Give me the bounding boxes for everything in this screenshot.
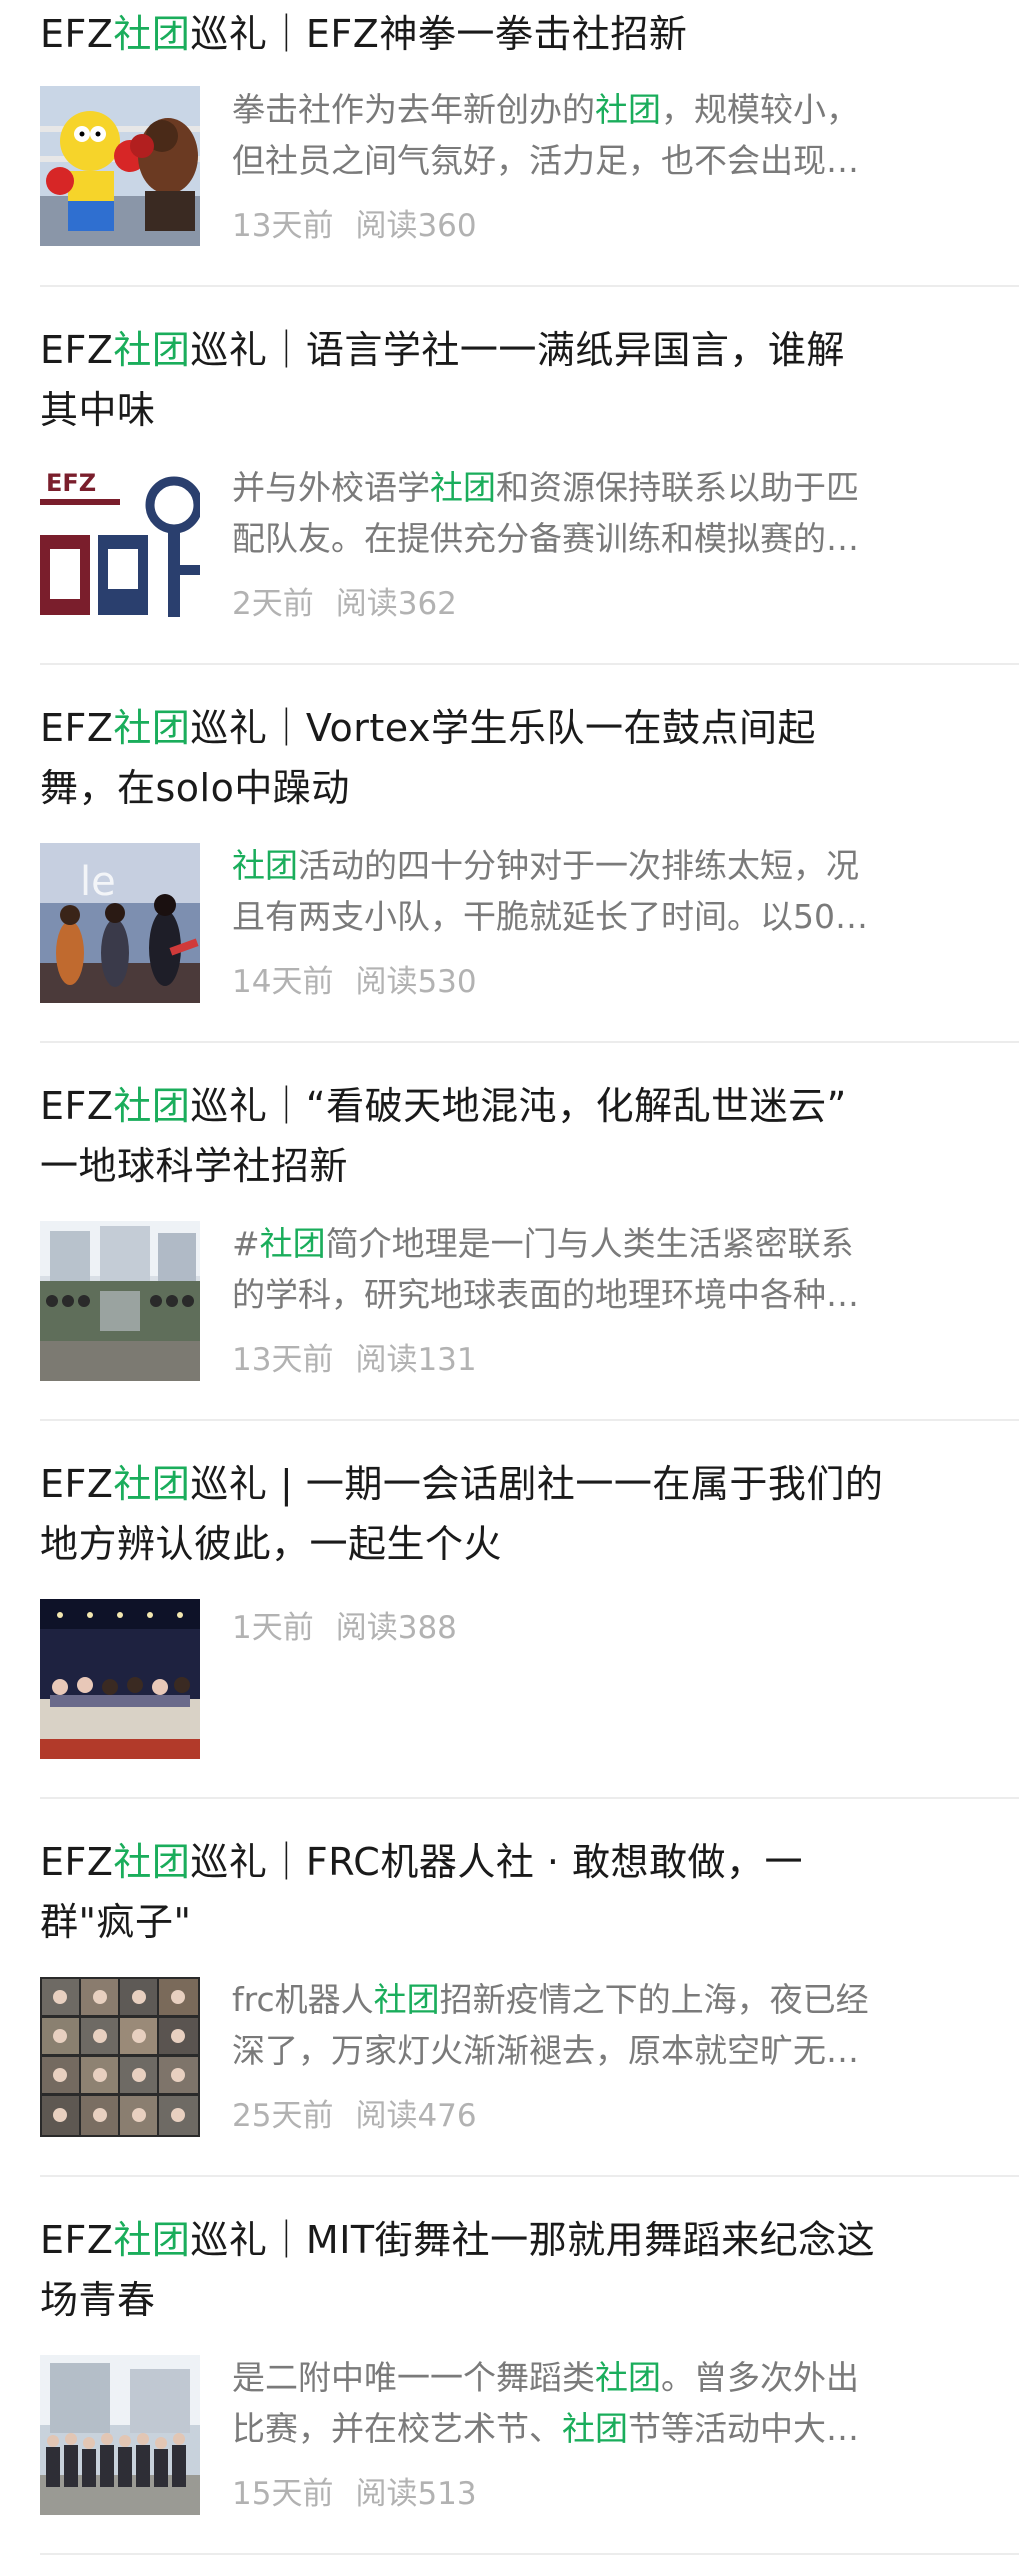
article-meta: 13天前 阅读360 — [232, 206, 477, 246]
school-group-photo-image — [40, 1221, 200, 1381]
video-call-grid-image — [40, 1977, 200, 2137]
article-meta: 1天前 阅读388 — [232, 1608, 457, 1648]
read-count: 阅读476 — [355, 2098, 477, 2134]
publish-time: 2天前 — [232, 586, 314, 622]
publish-time: 13天前 — [232, 208, 334, 244]
article-meta: 15天前 阅读513 — [232, 2474, 477, 2514]
article-thumbnail[interactable] — [40, 1221, 200, 1381]
dance-group-photo-image — [40, 2355, 200, 2515]
svg-text:EFZ: EFZ — [46, 469, 96, 497]
publish-time: 14天前 — [232, 964, 334, 1000]
article-thumbnail[interactable] — [40, 1599, 200, 1759]
publish-time: 13天前 — [232, 1342, 334, 1378]
linguistics-logo-image: EFZ — [40, 465, 200, 625]
divider — [40, 1419, 1019, 1421]
divider — [40, 1041, 1019, 1043]
drama-stage-image — [40, 1599, 200, 1759]
article-title[interactable]: EFZ社团巡礼｜FRC机器人社 · 敢想敢做，一 群"疯子" — [40, 1832, 980, 1952]
read-count: 阅读362 — [335, 586, 457, 622]
article-meta: 25天前 阅读476 — [232, 2096, 477, 2136]
divider — [40, 2175, 1019, 2177]
article-meta: 14天前 阅读530 — [232, 962, 477, 1002]
article-snippet: 并与外校语学社团和资源保持联系以助于匹 配队友。在提供充分备赛训练和模拟赛的… — [232, 468, 859, 558]
article-thumbnail[interactable] — [40, 1977, 200, 2137]
article-title[interactable]: EFZ社团巡礼 | 一期一会话剧社一一在属于我们的 地方辨认彼此，一起生个火 — [40, 1454, 980, 1574]
article-title[interactable]: EFZ社团巡礼｜“看破天地混沌，化解乱世迷云” 一地球科学社招新 — [40, 1076, 980, 1196]
read-count: 阅读513 — [355, 2476, 477, 2512]
band-stage-image: le — [40, 843, 200, 1003]
article-snippet: 社团活动的四十分钟对于一次排练太短，况 且有两支小队，干脆就延长了时间。以50… — [232, 846, 868, 936]
article-thumbnail[interactable]: EFZ — [40, 465, 200, 625]
publish-time: 15天前 — [232, 2476, 334, 2512]
article-snippet: 拳击社作为去年新创办的社团，规模较小， 但社员之间气氛好，活力足，也不会出现… — [232, 90, 859, 180]
article-title[interactable]: EFZ社团巡礼｜语言学社一一满纸异国言，谁解 其中味 — [40, 320, 980, 440]
article-snippet: #社团简介地理是一门与人类生活紧密联系 的学科，研究地球表面的地理环境中各种… — [232, 1224, 859, 1314]
publish-time: 1天前 — [232, 1610, 314, 1646]
read-count: 阅读530 — [355, 964, 477, 1000]
read-count: 阅读131 — [355, 1342, 477, 1378]
publish-time: 25天前 — [232, 2098, 334, 2134]
article-title[interactable]: EFZ社团巡礼｜EFZ神拳一拳击社招新 — [40, 4, 980, 64]
article-thumbnail[interactable] — [40, 86, 200, 246]
article-meta: 13天前 阅读131 — [232, 1340, 477, 1380]
divider — [40, 663, 1019, 665]
article-thumbnail[interactable]: le — [40, 843, 200, 1003]
read-count: 阅读360 — [355, 208, 477, 244]
svg-text:le: le — [80, 859, 116, 905]
article-meta: 2天前 阅读362 — [232, 584, 457, 624]
boxing-cartoon-image — [40, 86, 200, 246]
article-thumbnail[interactable] — [40, 2355, 200, 2515]
divider — [40, 285, 1019, 287]
article-title[interactable]: EFZ社团巡礼｜MIT街舞社一那就用舞蹈来纪念这 场青春 — [40, 2210, 980, 2330]
article-title[interactable]: EFZ社团巡礼｜Vortex学生乐队一在鼓点间起 舞，在solo中躁动 — [40, 698, 980, 818]
divider — [40, 1797, 1019, 1799]
divider — [40, 2553, 1019, 2555]
article-snippet: 是二附中唯一一个舞蹈类社团。曾多次外出 比赛，并在校艺术节、社团节等活动中大… — [232, 2358, 859, 2448]
read-count: 阅读388 — [335, 1610, 457, 1646]
article-snippet: frc机器人社团招新疫情之下的上海，夜已经 深了，万家灯火渐渐褪去，原本就空旷无… — [232, 1980, 869, 2070]
